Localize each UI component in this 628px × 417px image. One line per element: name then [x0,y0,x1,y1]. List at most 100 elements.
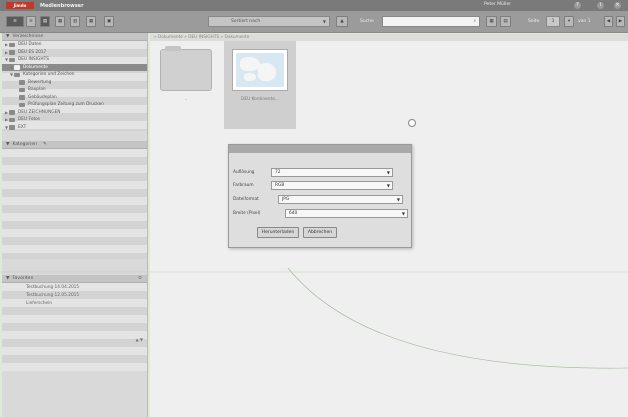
grid-view-button[interactable]: ▦ [55,16,65,27]
dialog-title-bar[interactable] [229,145,411,153]
folder-icon [19,87,25,92]
settings-icon[interactable]: ⚙ [138,276,142,281]
edit-icon[interactable]: ✎ [43,142,47,147]
page-label: Seite [528,19,540,24]
download-button[interactable]: Herunterladen [257,227,299,238]
user-name[interactable]: Peter Müller [484,2,511,7]
folder-item[interactable]: .. [150,41,222,129]
tree-item[interactable]: Prüfungsplan Zeitung zum Drucken [2,101,147,109]
favorites-list: Testbuchung 14.04.2015 Testbuchung 12.05… [2,283,147,331]
colorspace-value: RGB [275,183,285,188]
cancel-button[interactable]: Abbrechen [303,227,337,238]
page-dropdown-button[interactable]: ▾ [564,16,574,27]
colorspace-select[interactable]: RGB ▼ [271,181,393,190]
toolbar: ≡ ≡ ▤ ▦ ▥ ▦ ▣ Sortiert nach ▼ ▲ Suche ⌕ … [0,11,628,33]
scroll-arrows[interactable]: ▲ ▼ [136,337,143,342]
collapse-icon[interactable]: ▼ [6,276,9,281]
tags-list [2,149,147,259]
sort-dropdown[interactable]: Sortiert nach ▼ [208,16,330,27]
collapse-icon[interactable]: ▼ [6,142,9,147]
tree-item[interactable]: Bauplan [2,86,147,94]
chevron-down-icon: ▼ [322,19,326,24]
collapse-icon[interactable]: ▼ [6,34,9,39]
tree-item-label: Prüfungsplan Zeitung zum Drucken [28,102,104,108]
prev-page-button[interactable]: ◀ [604,16,613,27]
tree-item[interactable]: Bewertung [2,79,147,87]
width-value: 640 [289,211,298,216]
search-icon[interactable]: ⌕ [473,17,476,26]
map-thumbnail [232,49,288,91]
loading-spinner-icon [408,119,416,127]
folder-icon [14,65,20,70]
help-icon[interactable]: ? [574,2,581,9]
tree-item-label: Bauplan [28,87,46,93]
image-item[interactable]: DEU Kontinente... [224,41,296,129]
detail-view-button[interactable]: ▤ [40,16,50,27]
tree-item[interactable]: ▼ Dokumente [2,63,147,71]
list-view-button[interactable]: ≡ [26,16,36,27]
tree-item[interactable]: Gebäudeplan [2,94,147,102]
tree-item[interactable]: ▶ DEU ZEICHNUNGEN [2,109,147,117]
close-icon[interactable]: × [614,2,621,9]
tree-item-label: DEU ZEICHNUNGEN [18,109,61,115]
folder-icon [14,72,20,77]
tree-item-label: Gebäudeplan [28,94,57,100]
preview-button[interactable]: ▣ [104,16,114,27]
tree-item-label: DEU INSIGHTS [18,57,49,63]
resolution-select[interactable]: 72 ▼ [271,168,393,177]
tree-item[interactable]: ▼ Kategorien und Zeichen [2,71,147,79]
search-label: Suche [360,19,374,24]
favorites-panel-header[interactable]: ▼ Favoriten ⚙ [2,275,147,283]
page-total: von 1 [578,19,591,24]
tree-item[interactable]: ▼ DEU INSIGHTS [2,56,147,64]
tree-item[interactable]: ▶ DEU ES 2017 [2,49,147,57]
folder-icon [19,95,25,100]
download-dialog: Auflösung 72 ▼ Farbraum RGB ▼ Dateiforma… [228,144,412,248]
folder-icon [9,42,15,47]
tree-item-label: Kategorien und Zeichen [23,72,75,78]
favorites-panel-title: Favoriten [12,276,34,281]
chevron-down-icon: ▼ [386,183,390,188]
menu-button[interactable]: ≡ [6,16,24,27]
tile-view-button[interactable]: ▦ [86,16,96,27]
tree-item[interactable]: ▶ DEU Daten [2,41,147,49]
folder-panel-header[interactable]: ▼ Verzeichnisse [2,33,147,41]
panel-spacer [2,259,147,275]
width-row: Breite (Pixel) [233,208,260,219]
folder-icon [9,125,15,130]
title-bar: Jimdo Medienbrowser Peter Müller ? i × [0,0,628,11]
tags-panel-header[interactable]: ▼ Kategorien ✎ [2,141,147,149]
folder-icon [19,102,25,107]
breadcrumb[interactable]: » Dokumente » DEU INSIGHTS » Dokumente [150,34,628,41]
format-value: JPG [282,197,290,202]
resolution-value: 72 [275,170,281,175]
tree-item-label: EXT [18,124,27,130]
tree-item-label: Dokumente [23,64,48,70]
width-select[interactable]: 640 ▼ [285,209,408,218]
tree-item[interactable]: ▼ EXT [2,124,147,132]
search-input[interactable]: ⌕ [382,16,480,27]
page-input[interactable]: 1 [546,16,560,27]
tree-item[interactable]: ▶ DEU Fotos [2,116,147,124]
colorspace-row: Farbraum [233,180,254,191]
folder-icon [160,46,212,91]
chevron-down-icon: ▼ [401,211,405,216]
sidebar: ▼ Verzeichnisse ▶ DEU Daten ▶ DEU ES 2017 ▼ D… [2,33,148,417]
info-icon[interactable]: i [597,2,604,9]
column-view-button[interactable]: ▥ [70,16,80,27]
favorite-item[interactable]: Testbuchung 14.04.2015 [2,283,147,291]
item-label: .. [184,97,188,102]
chevron-down-icon: ▼ [386,170,390,175]
folder-icon [19,80,25,85]
next-page-button[interactable]: ▶ [616,16,625,27]
format-select[interactable]: JPG ▼ [278,195,403,204]
filter-button[interactable]: ▦ [486,16,497,27]
favorite-item[interactable]: Lieferschein [2,299,147,307]
folder-icon [9,110,15,115]
width-label: Breite (Pixel) [233,211,261,216]
clear-filter-button[interactable]: ▤ [500,16,511,27]
upload-button[interactable]: ▲ [336,16,348,27]
favorite-item[interactable]: Testbuchung 12.05.2015 [2,291,147,299]
tags-panel-title: Kategorien [12,142,37,147]
favorites-extra: ▲ ▼ [2,331,147,371]
